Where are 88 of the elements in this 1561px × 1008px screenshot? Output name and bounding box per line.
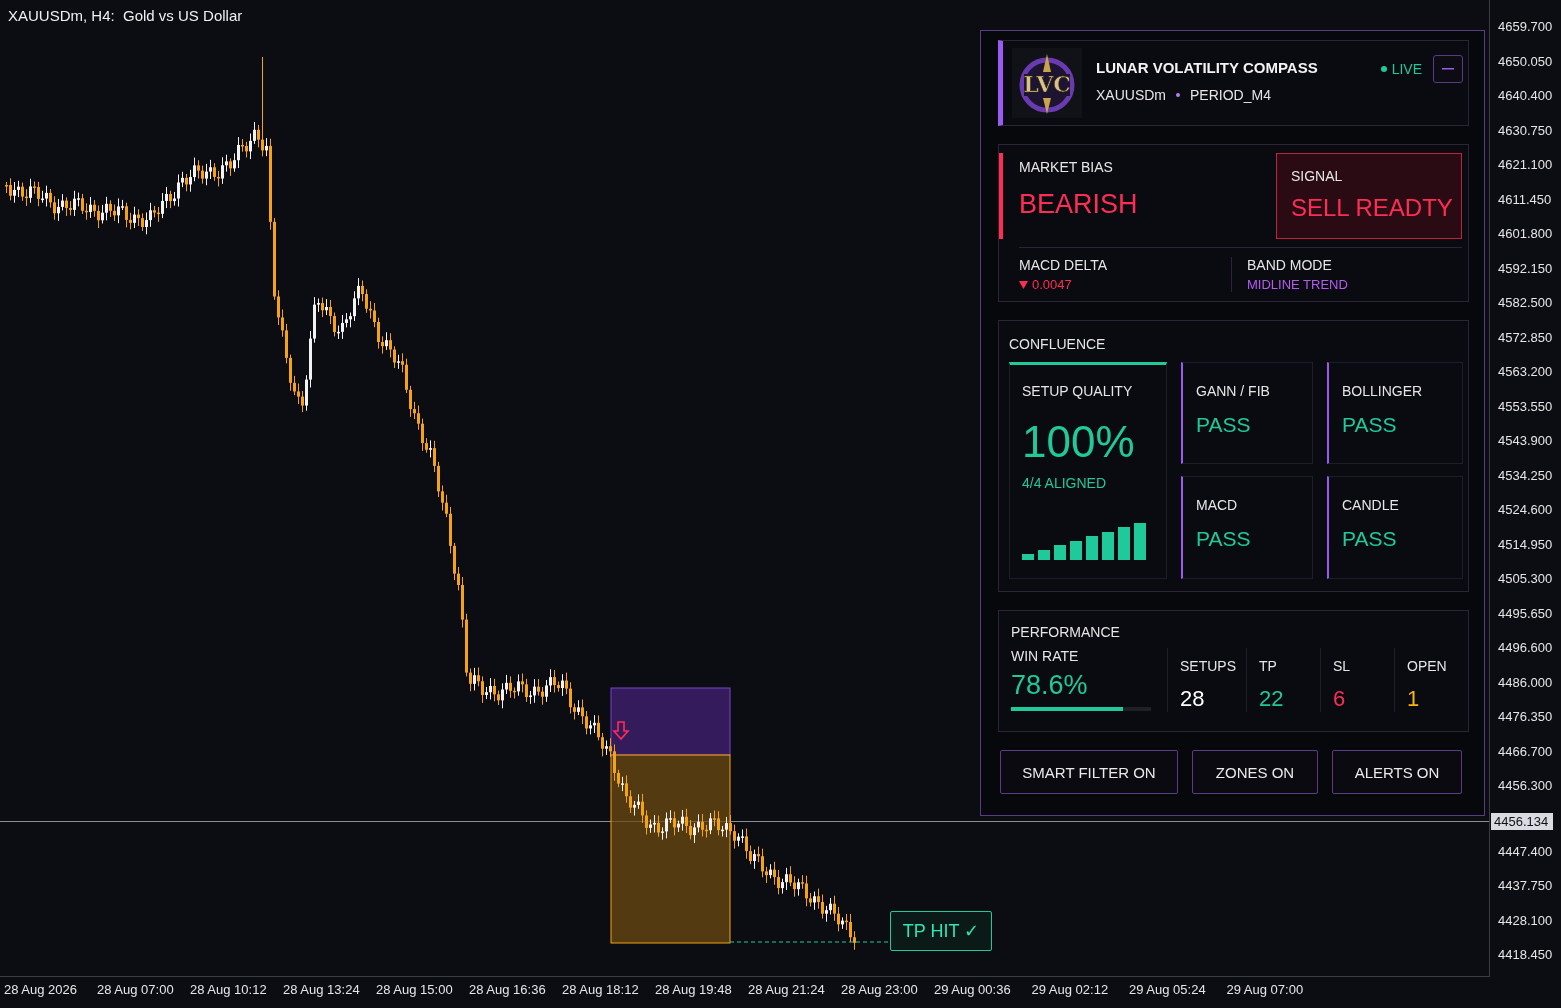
price-label: 4621.100 [1498, 156, 1554, 174]
price-label: 4437.750 [1498, 877, 1554, 895]
logo: LVC [1012, 48, 1082, 118]
price-label: 4563.200 [1498, 363, 1554, 381]
time-label: 29 Aug 07:00 [1226, 982, 1305, 999]
time-label: 28 Aug 07:00 [97, 982, 175, 999]
time-label: 28 Aug 21:24 [748, 982, 826, 999]
confluence-title: CONFLUENCE [1009, 336, 1107, 352]
tp-hit-label: TP HIT ✓ [890, 911, 992, 951]
check-value: PASS [1342, 527, 1398, 551]
price-label: 4524.600 [1498, 501, 1554, 519]
price-label: 4582.500 [1498, 294, 1554, 312]
stat-value: 22 [1259, 686, 1285, 712]
toggle-button[interactable]: SMART FILTER ON [1000, 750, 1178, 794]
macd-delta-value: 0.0047 [1032, 277, 1072, 292]
time-label: 29 Aug 05:24 [1129, 982, 1207, 999]
check-value: PASS [1196, 527, 1252, 551]
price-label: 4640.400 [1498, 87, 1554, 105]
win-rate-value: 78.6% [1011, 670, 1089, 701]
check-value: PASS [1196, 413, 1252, 437]
bias-value: BEARISH [1019, 189, 1139, 220]
period-label: PERIOD_M4 [1190, 87, 1271, 103]
toggle-button[interactable]: ZONES ON [1192, 750, 1318, 794]
time-label: 28 Aug 18:12 [562, 982, 640, 999]
signal-bars-icon [1022, 522, 1146, 560]
check-label: CANDLE [1342, 497, 1400, 513]
minimize-button[interactable] [1433, 55, 1463, 83]
price-label: 4428.100 [1498, 911, 1554, 930]
price-label: 4611.450 [1498, 190, 1553, 209]
price-label: 4601.800 [1498, 225, 1554, 243]
panel-title: LUNAR VOLATILITY COMPASS [1096, 59, 1318, 76]
toggle-button[interactable]: ALERTS ON [1332, 750, 1462, 794]
stat-value: 6 [1333, 686, 1347, 712]
stat-label: OPEN [1407, 658, 1448, 674]
time-label: 28 Aug 13:24 [283, 982, 361, 999]
signal-value: SELL READTY [1291, 194, 1454, 222]
bias-label: MARKET BIAS [1019, 159, 1114, 175]
price-label: 4476.350 [1498, 708, 1554, 726]
minus-icon [1442, 68, 1454, 70]
time-label: 29 Aug 00:36 [934, 982, 1012, 999]
symbol-label: XAUUSDm [1096, 87, 1166, 103]
live-status: LIVE [1380, 61, 1422, 77]
time-label: 28 Aug 16:36 [469, 982, 547, 999]
stat-value: 1 [1407, 686, 1421, 712]
price-label: 4486.000 [1498, 673, 1554, 692]
time-label: 29 Aug 02:12 [1031, 982, 1110, 999]
time-label: 28 Aug 15:00 [376, 982, 454, 999]
price-label: 4505.300 [1498, 570, 1554, 588]
setup-quality-value: 100% [1022, 417, 1136, 467]
chart-title: XAUUSDm, H4: Gold vs US Dollar [8, 7, 243, 24]
aligned-label: 4/4 ALIGNED [1022, 475, 1108, 491]
stat-label: SL [1333, 658, 1352, 674]
band-mode-label: BAND MODE [1247, 257, 1333, 273]
band-mode-value: MIDLINE TREND [1247, 277, 1349, 292]
stat-label: SETUPS [1180, 658, 1237, 674]
check-label: MACD [1196, 497, 1239, 513]
price-label: 4495.650 [1498, 604, 1554, 623]
price-label: 4534.250 [1498, 466, 1554, 485]
stat-label: TP [1259, 658, 1278, 674]
price-label: 4418.450 [1498, 946, 1554, 964]
separator-dot [1176, 93, 1180, 97]
price-label: 4650.050 [1498, 52, 1554, 71]
price-label: 4659.700 [1498, 18, 1554, 36]
time-label: 28 Aug 19:48 [655, 982, 733, 999]
price-label: 4466.700 [1498, 742, 1554, 761]
price-label: 4496.600 [1498, 639, 1554, 657]
time-label: 28 Aug 10:12 [190, 982, 268, 999]
time-label: 28 Aug 23:00 [841, 982, 919, 999]
current-price-tag: 4456.134 [1491, 813, 1554, 830]
price-label: 4553.550 [1498, 397, 1554, 416]
signal-label: SIGNAL [1291, 168, 1344, 184]
win-rate-label: WIN RATE [1011, 648, 1080, 664]
price-label: 4592.150 [1498, 259, 1554, 278]
setup-quality-label: SETUP QUALITY [1022, 383, 1134, 399]
price-label: 4630.750 [1498, 121, 1554, 140]
performance-title: PERFORMANCE [1011, 624, 1121, 640]
check-label: BOLLINGER [1342, 383, 1424, 399]
down-arrow-icon [612, 721, 630, 741]
price-label: 4543.900 [1498, 432, 1554, 450]
price-label: 4456.300 [1498, 777, 1554, 795]
stat-value: 28 [1180, 686, 1206, 712]
price-label: 4572.850 [1498, 328, 1554, 347]
time-label: 28 Aug 2026 [4, 982, 79, 999]
price-label: 4447.400 [1498, 842, 1554, 861]
check-value: PASS [1342, 413, 1398, 437]
macd-delta-label: MACD DELTA [1019, 257, 1109, 273]
price-label: 4514.950 [1498, 535, 1554, 554]
check-label: GANN / FIB [1196, 383, 1271, 399]
